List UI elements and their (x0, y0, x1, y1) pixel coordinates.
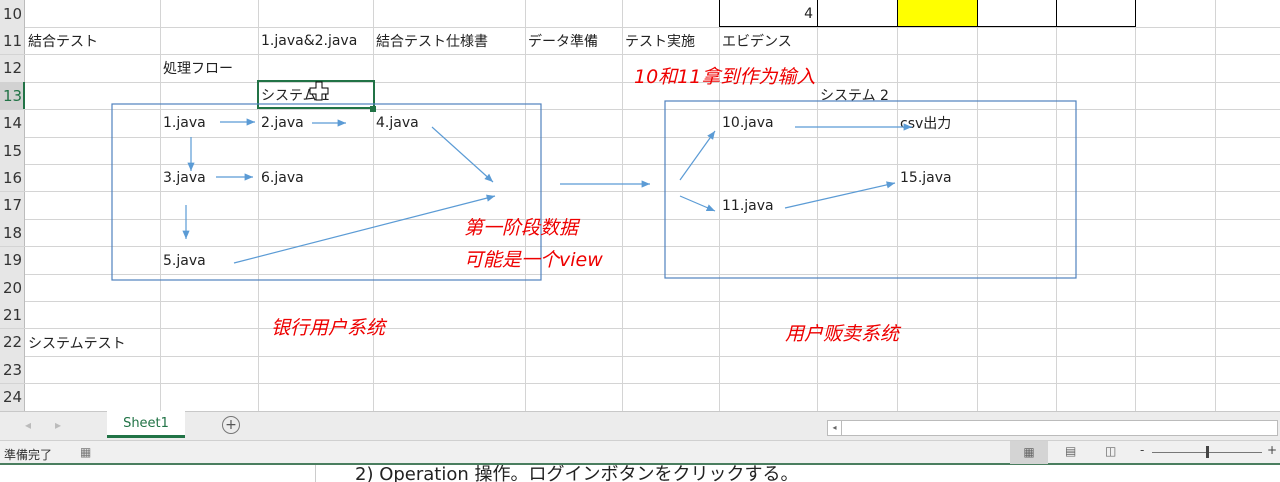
page-break-icon[interactable]: ◫ (1105, 444, 1116, 458)
input-note: 10和11拿到作为输入 (634, 66, 816, 88)
stage1-note-line2: 可能是一个view (464, 249, 603, 271)
cursor-icon (309, 81, 329, 101)
spreadsheet-grid[interactable]: 10 11 12 13 14 15 16 17 18 19 20 21 22 23 24 4 結合テスト 1… (0, 0, 1280, 411)
macro-record-icon[interactable]: ▦ (80, 445, 91, 459)
page-layout-icon[interactable]: ▤ (1065, 444, 1076, 458)
zoom-in-icon[interactable]: + (1267, 443, 1277, 457)
system2-label: 用户贩卖系统 (785, 323, 900, 345)
next-sheet-icon[interactable]: ▸ (55, 418, 61, 432)
status-text: 準備完了 (4, 448, 53, 462)
background-document: 2) Operation 操作。ログインボタンをクリックする。 (0, 465, 1280, 482)
zoom-slider-thumb[interactable] (1206, 446, 1209, 458)
tab-sheet1[interactable]: Sheet1 (107, 411, 185, 438)
prev-sheet-icon[interactable]: ◂ (25, 418, 31, 432)
system1-label: 银行用户系统 (271, 317, 386, 339)
add-sheet-icon[interactable]: + (222, 416, 240, 434)
normal-view-icon[interactable]: ▦ (1010, 441, 1048, 464)
sheet-tab-bar: ◂ ▸ Sheet1 + ◂ (0, 411, 1280, 440)
horizontal-scrollbar[interactable]: ◂ (827, 420, 1278, 436)
status-bar: 準備完了 ▦ ▦ ▤ ◫ - + (0, 440, 1280, 465)
background-doc-text: 2) Operation 操作。ログインボタンをクリックする。 (355, 465, 799, 482)
zoom-out-icon[interactable]: - (1140, 443, 1144, 457)
stage1-note-line1: 第一阶段数据 (464, 217, 579, 239)
